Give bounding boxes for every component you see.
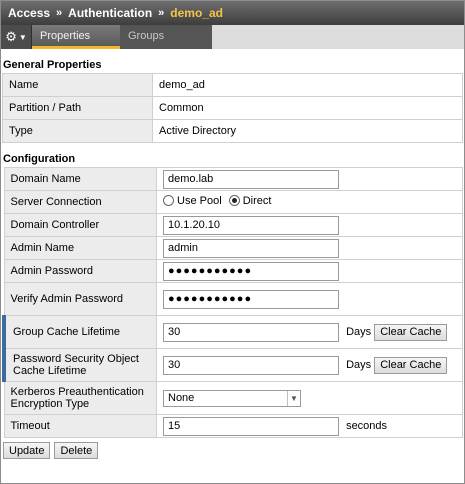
breadcrumb-separator: » xyxy=(158,7,165,19)
partition-value: Common xyxy=(152,96,463,120)
page-frame: Access » Authentication » demo_ad ⚙ ▼ Pr… xyxy=(0,0,465,484)
radio-selected-icon xyxy=(228,195,240,207)
group-cache-unit: Days xyxy=(346,326,372,338)
table-row: Name demo_ad xyxy=(2,73,463,97)
pso-cache-unit: Days xyxy=(346,359,372,371)
chevron-down-icon: ▼ xyxy=(18,32,27,42)
pso-cache-label: Password Security Object Cache Lifetime xyxy=(2,348,157,382)
table-row: Domain Controller xyxy=(3,213,463,237)
gear-icon: ⚙ xyxy=(5,29,17,44)
breadcrumb-separator: » xyxy=(56,7,63,19)
tab-properties[interactable]: Properties xyxy=(32,25,120,49)
partition-label: Partition / Path xyxy=(2,96,153,120)
domain-name-input[interactable] xyxy=(163,169,339,189)
kerberos-label: Kerberos Preauthentication Encryption Ty… xyxy=(3,381,157,415)
table-row: Partition / Path Common xyxy=(2,96,463,120)
table-row: Group Cache Lifetime Days Clear Cache xyxy=(2,315,463,349)
table-row: Admin Password xyxy=(3,259,463,283)
clear-pso-cache-button[interactable]: Clear Cache xyxy=(374,356,448,374)
domain-controller-input[interactable] xyxy=(163,215,339,235)
general-properties-title: General Properties xyxy=(3,59,102,71)
domain-name-label: Domain Name xyxy=(3,167,157,191)
timeout-label: Timeout xyxy=(3,414,157,438)
table-row: Type Active Directory xyxy=(2,119,463,143)
type-value: Active Directory xyxy=(152,119,463,143)
pso-cache-input[interactable] xyxy=(163,355,339,375)
admin-password-input[interactable] xyxy=(163,261,339,281)
type-label: Type xyxy=(2,119,153,143)
kerberos-select[interactable]: None ▼ xyxy=(163,389,301,407)
table-row: Kerberos Preauthentication Encryption Ty… xyxy=(3,381,463,415)
name-value: demo_ad xyxy=(152,73,463,97)
configuration-table: Domain Name Server Connection Use Pool D… xyxy=(2,167,463,438)
breadcrumb-access[interactable]: Access xyxy=(8,6,50,20)
admin-name-input[interactable] xyxy=(163,238,339,258)
tab-groups[interactable]: Groups xyxy=(120,25,212,49)
direct-radio[interactable]: Direct xyxy=(228,194,272,207)
admin-password-label: Admin Password xyxy=(3,259,157,283)
domain-controller-label: Domain Controller xyxy=(3,213,157,237)
verify-password-input[interactable] xyxy=(163,289,339,309)
tab-bar: ⚙ ▼ Properties Groups xyxy=(1,25,464,49)
server-connection-label: Server Connection xyxy=(3,190,157,214)
breadcrumb-current: demo_ad xyxy=(170,6,223,20)
group-cache-label: Group Cache Lifetime xyxy=(2,315,157,349)
breadcrumb: Access » Authentication » demo_ad xyxy=(1,1,464,25)
group-cache-input[interactable] xyxy=(163,322,339,342)
use-pool-label: Use Pool xyxy=(177,194,222,207)
verify-password-label: Verify Admin Password xyxy=(3,282,157,316)
table-row: Password Security Object Cache Lifetime … xyxy=(2,348,463,382)
breadcrumb-authentication[interactable]: Authentication xyxy=(68,6,152,20)
name-label: Name xyxy=(2,73,153,97)
table-row: Server Connection Use Pool Direct xyxy=(3,190,463,214)
form-actions: Update Delete xyxy=(1,438,464,463)
configuration-title: Configuration xyxy=(3,153,76,165)
timeout-input[interactable] xyxy=(163,416,339,436)
timeout-unit: seconds xyxy=(346,420,388,432)
use-pool-radio[interactable]: Use Pool xyxy=(163,195,222,207)
admin-name-label: Admin Name xyxy=(3,236,157,260)
radio-icon xyxy=(163,195,174,207)
table-row: Verify Admin Password xyxy=(3,282,463,316)
table-row: Timeout seconds xyxy=(3,414,463,438)
direct-label: Direct xyxy=(242,194,272,207)
table-row: Domain Name xyxy=(3,167,463,191)
clear-group-cache-button[interactable]: Clear Cache xyxy=(374,323,448,341)
update-button[interactable]: Update xyxy=(3,442,51,459)
general-properties-table: Name demo_ad Partition / Path Common Typ… xyxy=(2,73,463,143)
table-row: Admin Name xyxy=(3,236,463,260)
chevron-down-icon: ▼ xyxy=(287,390,300,406)
gear-menu-button[interactable]: ⚙ ▼ xyxy=(1,25,32,49)
kerberos-selected-value: None xyxy=(168,392,195,404)
delete-button[interactable]: Delete xyxy=(54,442,99,459)
